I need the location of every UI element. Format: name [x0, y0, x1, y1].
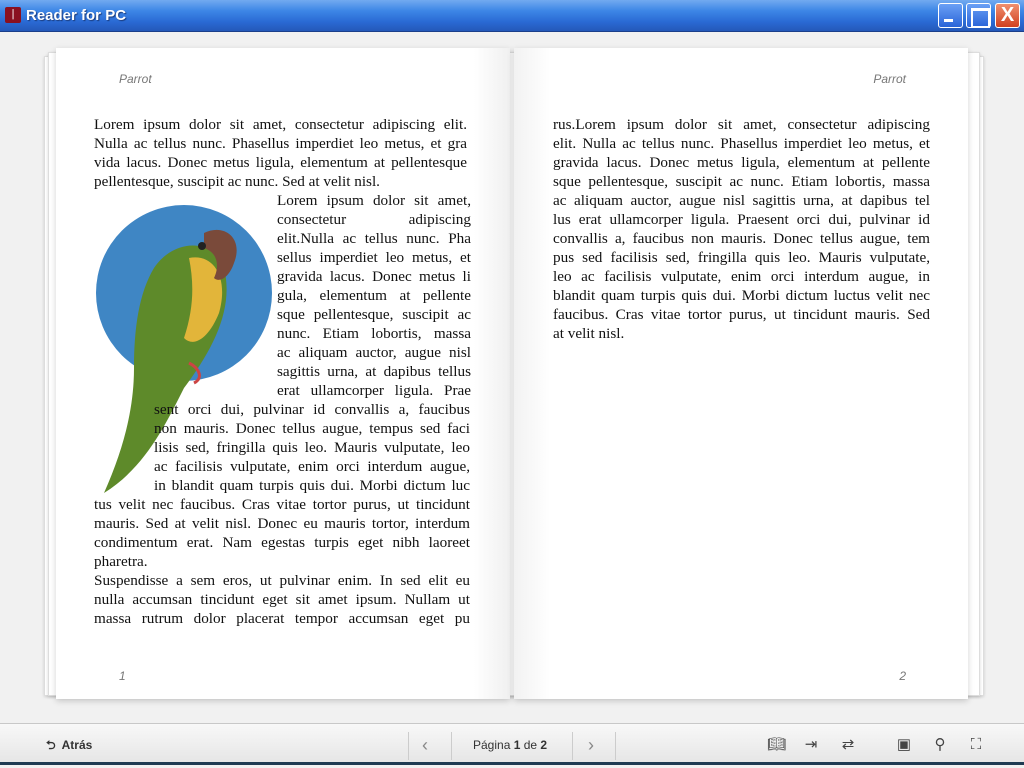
close-icon: X	[1000, 4, 1015, 26]
book-view-icon[interactable]: 📖︎	[767, 737, 786, 753]
text-line: convallis a, faucibus non mauris. Donec …	[553, 230, 930, 247]
text-line: faucibus. Cras vitae tortor purus, ut ti…	[553, 306, 930, 323]
text-line: ac aliquam auctor, augue nisl	[277, 344, 471, 361]
text-line: Suspendisse a sem eros, ut pulvinar enim…	[94, 572, 470, 589]
text-line: Nulla ac tellus nunc. Phasellus imperdie…	[94, 135, 467, 152]
page-indicator: Página 1 de 2	[473, 738, 548, 752]
right-page[interactable]: Parrot rus.Lorem ipsum dolor sit amet, c…	[514, 48, 968, 699]
divider	[615, 732, 616, 760]
text-line: Lorem ipsum dolor sit amet, consectetur …	[94, 116, 467, 133]
text-line: pellentesque, suscipit ac nunc. Sed at v…	[94, 173, 380, 190]
text-line: rus.Lorem ipsum dolor sit amet, consecte…	[553, 116, 930, 133]
text-line: condimentum erat. Nam egestas turpis ege…	[94, 534, 470, 551]
text-line: ac aliquam auctor, augue nisl sagittis u…	[553, 192, 930, 209]
text-line: massa rutrum dolor placerat tempor accum…	[94, 610, 470, 627]
text-line: Lorem ipsum dolor sit amet,	[277, 192, 471, 209]
export-icon[interactable]: ⇥	[802, 737, 820, 753]
back-arrow-icon: ⮌	[46, 738, 56, 752]
text-line: erat ullamcorper ligula. Prae	[277, 382, 471, 399]
text-line: lus erat ullamcorper ligula. Praesent or…	[553, 211, 930, 228]
back-label: Atrás	[61, 738, 93, 752]
text-line: elit.Nulla ac tellus nunc. Pha	[277, 230, 471, 247]
page-header: Parrot	[119, 72, 152, 86]
text-line: in blandit quam turpis quis dui. Morbi d…	[154, 477, 470, 494]
text-line: mauris. Sed at velit nisl. Donec eu maur…	[94, 515, 470, 532]
text-line: lisis sed, fringilla quis leo. Mauris vu…	[154, 439, 470, 456]
text-line: sellus imperdiet leo metus, et	[277, 249, 471, 266]
text-line: pharetra.	[94, 553, 148, 570]
text-line: gula, elementum at pellente	[277, 287, 471, 304]
text-line: sque pellentesque, suscipit ac	[277, 306, 471, 323]
close-button[interactable]: X	[995, 3, 1020, 28]
left-page[interactable]: Parrot Lorem ipsum dolor sit amet, conse…	[56, 48, 510, 699]
text-line: gravida lacus. Donec metus li	[277, 268, 471, 285]
text-line: pus sed facilisis sed, fringilla quis le…	[553, 249, 930, 266]
maximize-button[interactable]	[966, 3, 991, 28]
text-line: blandit quam turpis quis dui. Morbi dict…	[553, 287, 930, 304]
text-line: vida lacus. Donec metus ligula, elementu…	[94, 154, 467, 171]
chevron-right-icon: ›	[588, 735, 594, 755]
text-line: nunc. Etiam lobortis, massa	[277, 325, 471, 342]
text-line: at velit nisl.	[553, 325, 625, 342]
bottom-toolbar: ⮌ Atrás ‹ Página 1 de 2 › 📖︎ ⇥ ⇄ ▣ ⚲ ⛶	[0, 723, 1024, 765]
window-title: Reader for PC	[26, 7, 127, 24]
sync-book-icon[interactable]: ⇄	[839, 737, 857, 753]
text-line: sque pellentesque, suscipit ac nunc. Eti…	[553, 173, 930, 190]
previous-page-button[interactable]: ‹	[422, 724, 428, 766]
divider	[451, 732, 452, 760]
page-number: 1	[119, 669, 126, 683]
search-icon[interactable]: ⚲	[931, 737, 949, 753]
text-line: ac facilisis vulputate, enim orci interd…	[154, 458, 470, 475]
divider	[408, 732, 409, 760]
text-line: gravida lacus. Donec metus ligula, eleme…	[553, 154, 930, 171]
text-line: leo ac facilisis vulputate, enim orci in…	[553, 268, 930, 285]
page-number: 2	[899, 669, 906, 683]
next-page-button[interactable]: ›	[588, 724, 594, 766]
text-line: tus velit nec faucibus. Cras vitae torto…	[94, 496, 470, 513]
title-bar: ᛁ Reader for PC X	[0, 0, 1024, 32]
text-line: nulla accumsan tincidunt eget sit amet i…	[94, 591, 470, 608]
text-line: non mauris. Donec tellus augue, tempus s…	[154, 420, 470, 437]
text-line: sagittis urna, at dapibus tellus	[277, 363, 471, 380]
divider	[572, 732, 573, 760]
chevron-left-icon: ‹	[422, 735, 428, 755]
reader-logo-icon: ᛁ	[5, 7, 21, 23]
text-line: elit. Nulla ac tellus nunc. Phasellus im…	[553, 135, 930, 152]
text-line: sent orci dui, pulvinar id convallis a, …	[154, 401, 470, 418]
fullscreen-icon[interactable]: ⛶	[967, 737, 985, 753]
text-line: consectetur adipiscing	[277, 211, 471, 228]
toolbox-icon[interactable]: ▣	[895, 737, 913, 753]
page-header: Parrot	[873, 72, 906, 86]
minimize-button[interactable]	[938, 3, 963, 28]
back-button[interactable]: ⮌ Atrás	[46, 724, 92, 766]
